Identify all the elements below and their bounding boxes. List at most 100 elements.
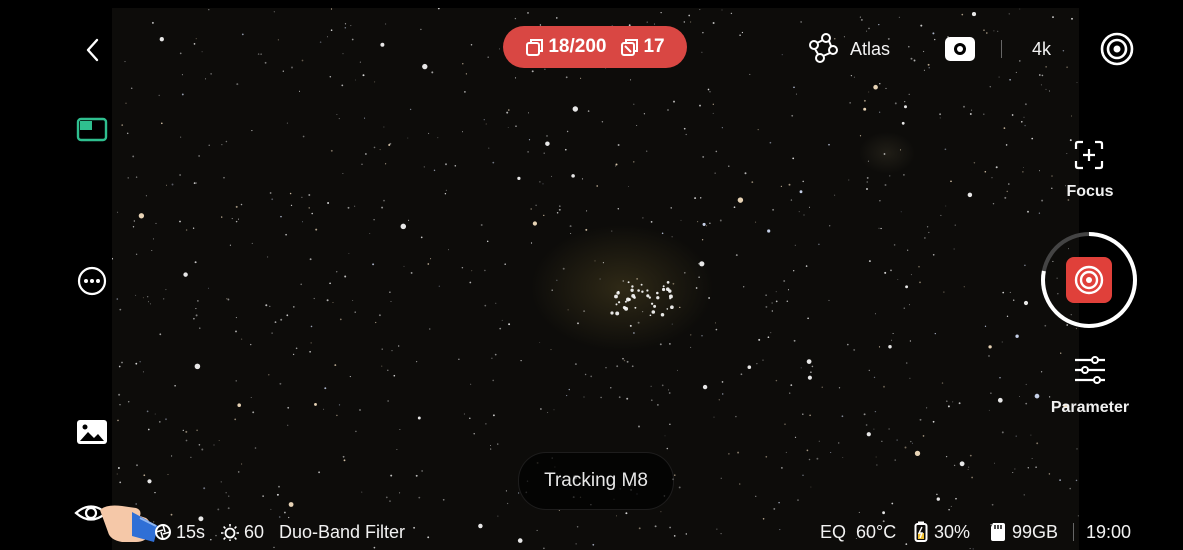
star — [1036, 442, 1039, 445]
more-button[interactable] — [76, 265, 108, 297]
star — [661, 232, 664, 235]
star — [339, 318, 342, 321]
star — [650, 221, 653, 223]
star — [963, 286, 965, 288]
atlas-button[interactable]: Atlas — [806, 32, 906, 66]
star — [218, 439, 220, 442]
star — [749, 73, 751, 75]
star — [298, 90, 301, 92]
star — [767, 229, 771, 233]
star — [250, 343, 252, 346]
star — [488, 147, 490, 149]
star — [624, 306, 629, 311]
star — [874, 313, 876, 315]
layout-button[interactable] — [76, 117, 108, 143]
star — [702, 222, 706, 226]
star — [790, 384, 793, 386]
star — [422, 63, 428, 70]
star — [276, 493, 279, 496]
star — [555, 17, 558, 19]
shutter-button[interactable] — [1066, 257, 1112, 303]
star — [420, 236, 423, 239]
star — [678, 486, 681, 489]
star — [208, 9, 210, 11]
star — [614, 294, 618, 299]
star — [657, 404, 659, 406]
star — [849, 102, 851, 104]
star — [462, 131, 463, 133]
star — [791, 114, 794, 117]
resolution-button[interactable]: 4k — [1032, 39, 1051, 59]
star — [133, 220, 135, 222]
star — [454, 165, 457, 167]
star — [227, 298, 230, 301]
star — [567, 309, 569, 311]
star — [217, 508, 220, 511]
gallery-button[interactable] — [76, 418, 108, 446]
back-button[interactable] — [82, 36, 104, 64]
star — [465, 73, 468, 75]
star — [389, 500, 391, 502]
star — [950, 180, 952, 183]
star — [577, 322, 579, 325]
star — [998, 76, 1000, 78]
star — [132, 226, 135, 228]
star — [576, 526, 579, 528]
star — [997, 397, 1003, 403]
filter-status[interactable]: Duo-Band Filter — [279, 522, 405, 542]
star — [666, 308, 669, 310]
star — [271, 332, 273, 334]
star — [747, 365, 752, 369]
star — [913, 59, 916, 62]
star — [936, 497, 940, 501]
star — [319, 41, 322, 43]
star — [664, 435, 666, 437]
star — [118, 365, 121, 368]
star — [1015, 71, 1017, 73]
star — [646, 150, 648, 152]
star — [342, 173, 344, 175]
star — [926, 407, 928, 409]
camera-mode-button[interactable] — [944, 36, 976, 62]
star — [1025, 383, 1027, 386]
star — [135, 362, 138, 365]
frame-counter-pill[interactable]: 18/200 17 — [503, 26, 687, 68]
star — [1008, 13, 1010, 15]
star — [793, 86, 795, 89]
star — [171, 455, 173, 457]
star — [651, 310, 656, 314]
star — [908, 45, 910, 48]
star — [151, 250, 153, 251]
star — [611, 230, 613, 232]
star — [135, 253, 138, 255]
star — [669, 526, 671, 529]
star — [544, 68, 546, 70]
star — [514, 77, 517, 79]
star — [399, 492, 401, 494]
star — [914, 450, 921, 457]
target-settings-button[interactable] — [1098, 30, 1136, 68]
exposure-status[interactable]: 15s — [154, 522, 205, 542]
gain-status[interactable]: 60 — [220, 522, 264, 542]
star — [514, 17, 517, 20]
star — [237, 218, 240, 220]
star — [721, 381, 724, 383]
star — [733, 206, 736, 209]
star — [566, 395, 568, 397]
star — [556, 211, 559, 214]
star — [336, 114, 338, 115]
star — [158, 421, 161, 423]
star — [393, 374, 396, 377]
star — [969, 548, 971, 549]
star — [583, 310, 586, 313]
focus-button[interactable] — [1073, 139, 1105, 171]
star — [990, 392, 992, 394]
battery-icon — [914, 521, 928, 542]
star — [179, 220, 181, 223]
star — [236, 83, 239, 86]
star — [1052, 16, 1054, 19]
parameter-button[interactable] — [1073, 354, 1107, 386]
star — [790, 199, 793, 201]
star — [292, 306, 295, 308]
star — [1076, 448, 1078, 450]
